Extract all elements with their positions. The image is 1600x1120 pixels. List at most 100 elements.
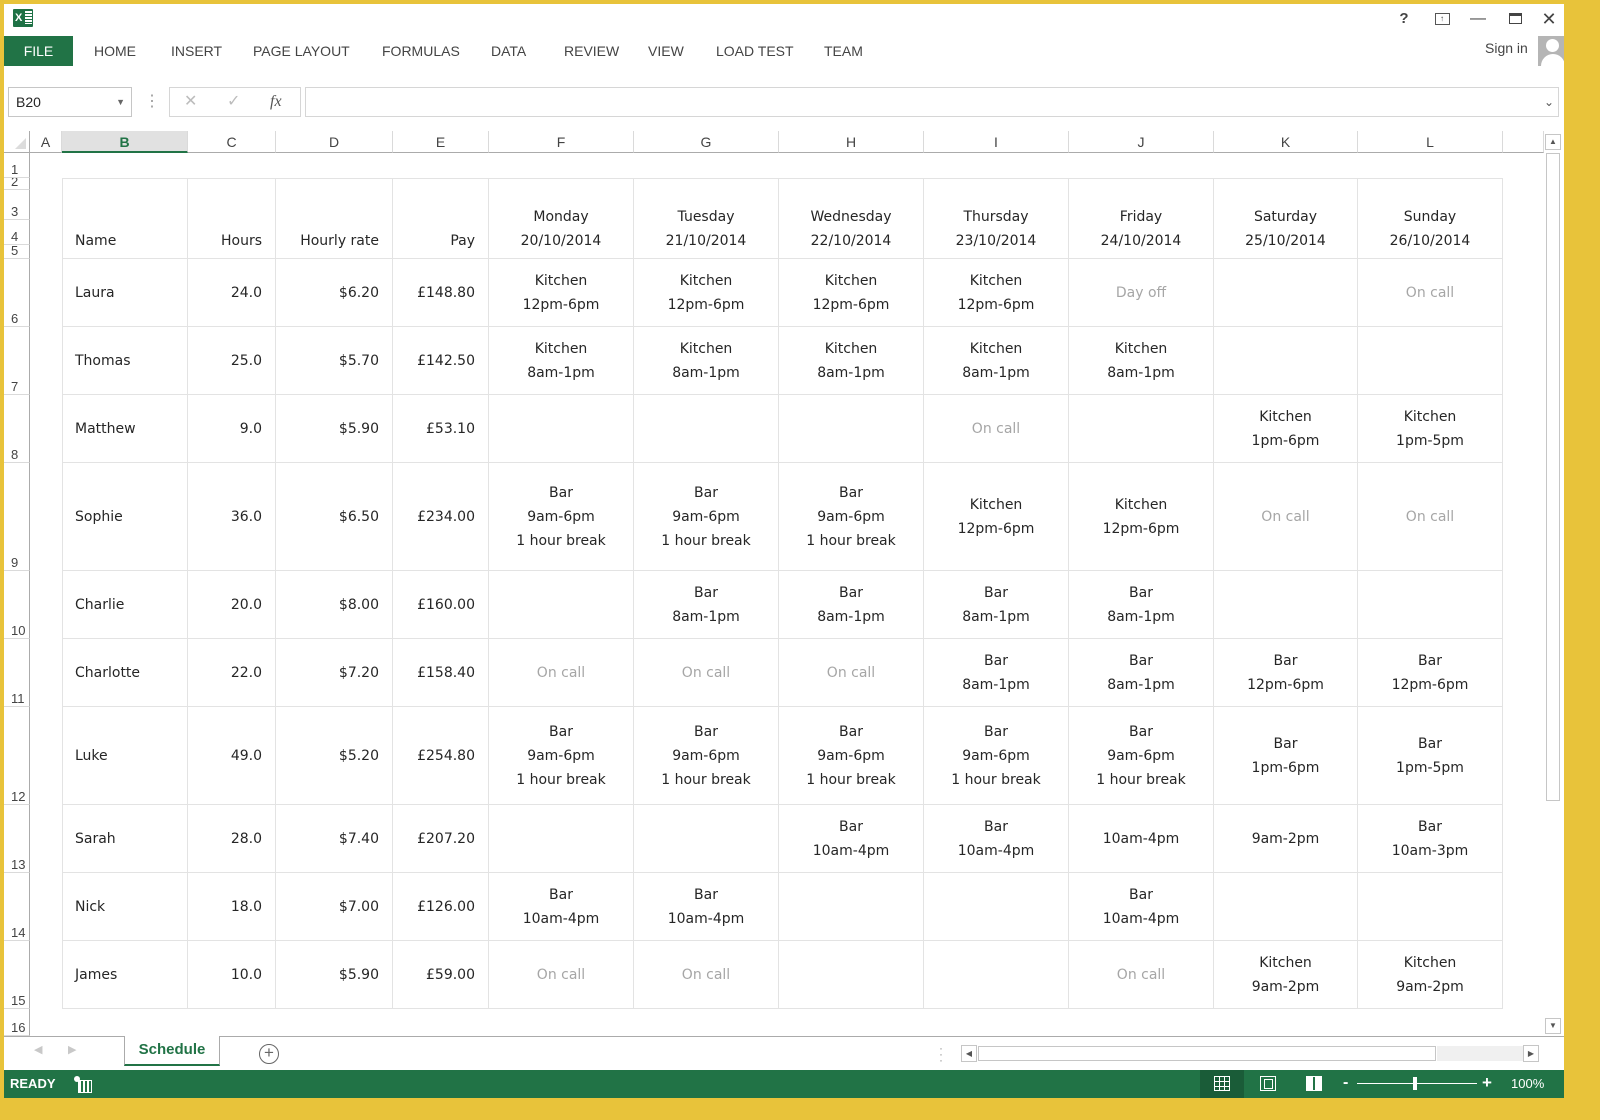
row-header-5[interactable]: 5 bbox=[4, 245, 30, 259]
employee-pay[interactable]: £142.50 bbox=[393, 327, 489, 395]
shift-cell[interactable]: On call bbox=[489, 639, 634, 707]
employee-hourly-rate[interactable]: $8.00 bbox=[276, 571, 393, 639]
horizontal-scroll-track[interactable] bbox=[1437, 1046, 1523, 1061]
header-hourly-rate[interactable]: Hourly rate bbox=[276, 178, 393, 259]
shift-cell[interactable]: Kitchen 9am-2pm bbox=[1214, 941, 1358, 1009]
horizontal-scrollbar[interactable]: ◀ ▶ bbox=[961, 1045, 1541, 1063]
shift-cell[interactable] bbox=[1358, 571, 1503, 639]
page-break-preview-button[interactable] bbox=[1292, 1070, 1336, 1098]
tab-insert[interactable]: INSERT bbox=[171, 36, 222, 66]
employee-name[interactable]: James bbox=[62, 941, 188, 1009]
shift-cell[interactable]: On call bbox=[779, 639, 924, 707]
employee-hours[interactable]: 18.0 bbox=[188, 873, 276, 941]
header-name[interactable]: Name bbox=[62, 178, 188, 259]
employee-hours[interactable]: 20.0 bbox=[188, 571, 276, 639]
shift-cell[interactable] bbox=[489, 395, 634, 463]
column-header-c[interactable]: C bbox=[188, 131, 276, 153]
tab-page-layout[interactable]: PAGE LAYOUT bbox=[253, 36, 350, 66]
name-box[interactable]: B20 ▼ bbox=[8, 87, 132, 117]
tab-load-test[interactable]: LOAD TEST bbox=[716, 36, 794, 66]
header-pay[interactable]: Pay bbox=[393, 178, 489, 259]
row-header-13[interactable]: 13 bbox=[4, 805, 30, 873]
shift-cell[interactable]: Bar 8am-1pm bbox=[779, 571, 924, 639]
tab-formulas[interactable]: FORMULAS bbox=[382, 36, 460, 66]
header-day-tuesday[interactable]: Tuesday 21/10/2014 bbox=[634, 178, 779, 259]
employee-hourly-rate[interactable]: $5.70 bbox=[276, 327, 393, 395]
shift-cell[interactable] bbox=[1214, 327, 1358, 395]
column-header-h[interactable]: H bbox=[779, 131, 924, 153]
employee-name[interactable]: Laura bbox=[62, 259, 188, 327]
row-header-6[interactable]: 6 bbox=[4, 259, 30, 327]
shift-cell[interactable]: Kitchen 12pm-6pm bbox=[924, 463, 1069, 571]
row-header-2[interactable]: 2 bbox=[4, 178, 30, 190]
row-header-15[interactable]: 15 bbox=[4, 941, 30, 1009]
shift-cell[interactable]: Bar 9am-6pm 1 hour break bbox=[634, 707, 779, 805]
macro-recording-icon[interactable] bbox=[74, 1076, 92, 1093]
employee-hourly-rate[interactable]: $7.00 bbox=[276, 873, 393, 941]
shift-cell[interactable] bbox=[924, 873, 1069, 941]
employee-hours[interactable]: 49.0 bbox=[188, 707, 276, 805]
shift-cell[interactable]: Kitchen 12pm-6pm bbox=[634, 259, 779, 327]
shift-cell[interactable] bbox=[1214, 259, 1358, 327]
employee-pay[interactable]: £207.20 bbox=[393, 805, 489, 873]
shift-cell[interactable]: Bar 9am-6pm 1 hour break bbox=[489, 707, 634, 805]
normal-view-button[interactable] bbox=[1200, 1070, 1244, 1098]
header-day-monday[interactable]: Monday 20/10/2014 bbox=[489, 178, 634, 259]
employee-pay[interactable]: £148.80 bbox=[393, 259, 489, 327]
shift-cell[interactable] bbox=[1214, 571, 1358, 639]
shift-cell[interactable]: On call bbox=[1214, 463, 1358, 571]
shift-cell[interactable]: Bar 10am-4pm bbox=[924, 805, 1069, 873]
shift-cell[interactable]: On call bbox=[1358, 259, 1503, 327]
column-header-i[interactable]: I bbox=[924, 131, 1069, 153]
shift-cell[interactable] bbox=[779, 873, 924, 941]
ribbon-display-options-button[interactable]: ↑ bbox=[1427, 8, 1457, 30]
shift-cell[interactable] bbox=[1069, 395, 1214, 463]
shift-cell[interactable]: Bar 12pm-6pm bbox=[1214, 639, 1358, 707]
shift-cell[interactable]: 10am-4pm bbox=[1069, 805, 1214, 873]
header-day-thursday[interactable]: Thursday 23/10/2014 bbox=[924, 178, 1069, 259]
employee-name[interactable]: Sarah bbox=[62, 805, 188, 873]
shift-cell[interactable]: On call bbox=[1358, 463, 1503, 571]
chevron-down-icon[interactable]: ▼ bbox=[116, 88, 125, 116]
employee-name[interactable]: Matthew bbox=[62, 395, 188, 463]
row-header-12[interactable]: 12 bbox=[4, 707, 30, 805]
tab-split-handle[interactable]: · · · bbox=[939, 1042, 943, 1066]
shift-cell[interactable]: Kitchen 1pm-6pm bbox=[1214, 395, 1358, 463]
shift-cell[interactable]: Bar 9am-6pm 1 hour break bbox=[1069, 707, 1214, 805]
zoom-in-button[interactable]: + bbox=[1482, 1070, 1492, 1096]
employee-pay[interactable]: £234.00 bbox=[393, 463, 489, 571]
shift-cell[interactable]: Bar 1pm-6pm bbox=[1214, 707, 1358, 805]
shift-cell[interactable]: Bar 9am-6pm 1 hour break bbox=[924, 707, 1069, 805]
row-header-1[interactable]: 1 bbox=[4, 153, 30, 178]
maximize-button[interactable] bbox=[1500, 8, 1530, 30]
shift-cell[interactable]: Bar 12pm-6pm bbox=[1358, 639, 1503, 707]
column-header-l[interactable]: L bbox=[1358, 131, 1503, 153]
shift-cell[interactable]: On call bbox=[1069, 941, 1214, 1009]
shift-cell[interactable]: Bar 8am-1pm bbox=[1069, 639, 1214, 707]
shift-cell[interactable] bbox=[1358, 327, 1503, 395]
header-day-sunday[interactable]: Sunday 26/10/2014 bbox=[1358, 178, 1503, 259]
column-header-j[interactable]: J bbox=[1069, 131, 1214, 153]
header-day-wednesday[interactable]: Wednesday 22/10/2014 bbox=[779, 178, 924, 259]
row-header-16[interactable]: 16 bbox=[4, 1009, 30, 1036]
shift-cell[interactable] bbox=[489, 805, 634, 873]
vertical-scrollbar[interactable]: ▲ ▼ bbox=[1544, 131, 1562, 1036]
employee-name[interactable]: Charlie bbox=[62, 571, 188, 639]
shift-cell[interactable]: Kitchen 8am-1pm bbox=[924, 327, 1069, 395]
shift-cell[interactable]: Kitchen 12pm-6pm bbox=[779, 259, 924, 327]
employee-hours[interactable]: 36.0 bbox=[188, 463, 276, 571]
employee-hours[interactable]: 9.0 bbox=[188, 395, 276, 463]
shift-cell[interactable] bbox=[924, 941, 1069, 1009]
cancel-icon[interactable]: ✕ bbox=[184, 88, 197, 116]
column-header-g[interactable]: G bbox=[634, 131, 779, 153]
close-button[interactable]: ✕ bbox=[1534, 8, 1564, 30]
shift-cell[interactable] bbox=[779, 941, 924, 1009]
shift-cell[interactable]: Bar 1pm-5pm bbox=[1358, 707, 1503, 805]
shift-cell[interactable]: Bar 8am-1pm bbox=[924, 571, 1069, 639]
horizontal-scroll-thumb[interactable] bbox=[978, 1046, 1436, 1061]
shift-cell[interactable]: Bar 9am-6pm 1 hour break bbox=[634, 463, 779, 571]
row-header-4[interactable]: 4 bbox=[4, 220, 30, 245]
column-header-f[interactable]: F bbox=[489, 131, 634, 153]
tab-home[interactable]: HOME bbox=[94, 36, 136, 66]
shift-cell[interactable]: Bar 10am-4pm bbox=[779, 805, 924, 873]
